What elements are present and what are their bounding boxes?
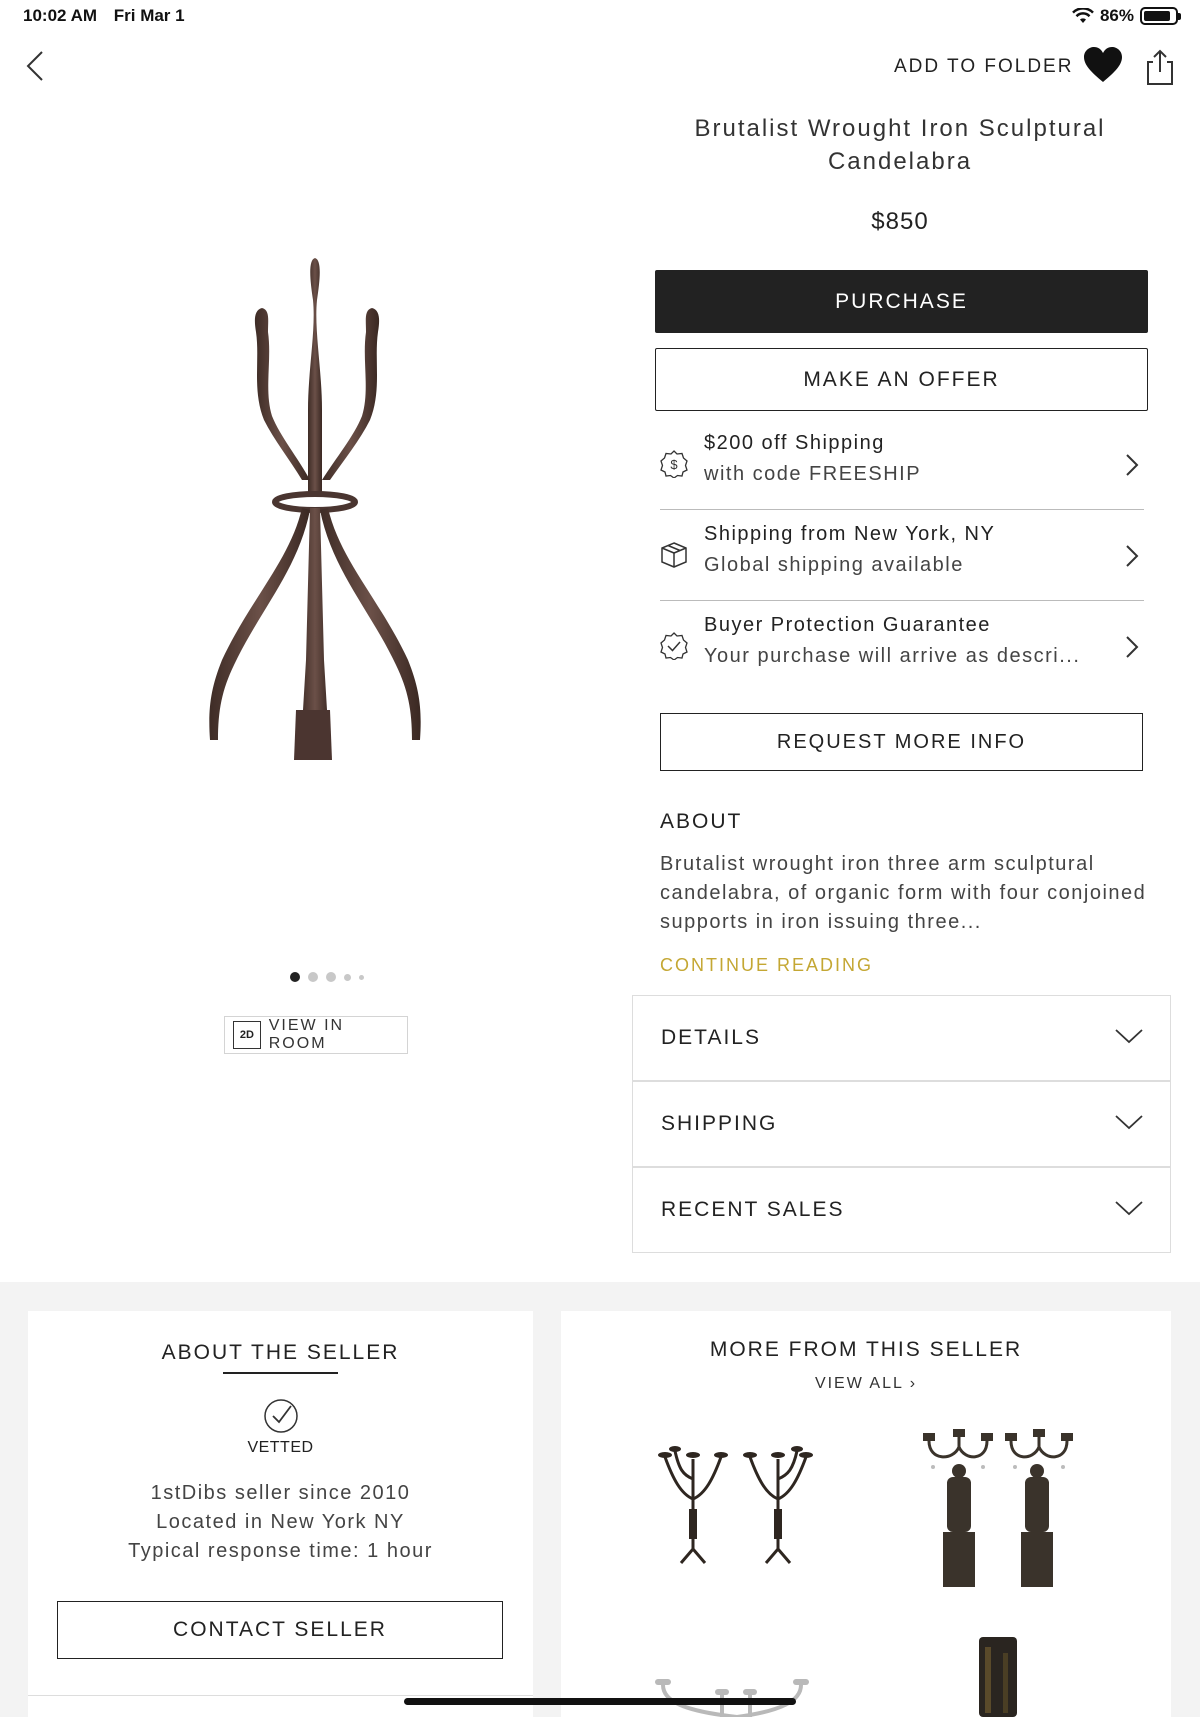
chevron-right-icon [1126, 454, 1139, 476]
continue-reading-link[interactable]: CONTINUE READING [660, 955, 873, 976]
about-seller-card: ABOUT THE SELLER VETTED 1stDibs seller s… [28, 1311, 533, 1717]
box-icon [661, 542, 687, 568]
seller-item-thumbnail[interactable] [913, 1427, 1083, 1592]
accordion-label: RECENT SALES [661, 1198, 845, 1221]
add-to-folder-button[interactable]: ADD TO FOLDER [894, 56, 1073, 78]
svg-text:$: $ [670, 457, 678, 472]
info-row-title: $200 off Shipping [704, 432, 885, 454]
accordion-details[interactable]: DETAILS [632, 995, 1171, 1081]
share-button[interactable] [1144, 48, 1176, 86]
chevron-down-icon [1115, 1115, 1143, 1130]
request-more-info-button[interactable]: REQUEST MORE INFO [660, 713, 1143, 771]
vetted-label: VETTED [247, 1439, 314, 1456]
heading-underline [223, 1372, 338, 1374]
vetted-check-icon [264, 1399, 298, 1433]
product-price: $850 [871, 208, 929, 235]
check-badge-icon [660, 632, 688, 660]
info-row-subtitle: Your purchase will arrive as descri... [704, 645, 1081, 667]
figural-candelabra-pair-image [923, 1429, 1073, 1587]
about-description: Brutalist wrought iron three arm sculptu… [660, 853, 1147, 933]
status-bar: 10:02 AM Fri Mar 1 86% [0, 0, 1200, 34]
pagination-dot[interactable] [290, 972, 300, 982]
chevron-right-icon [1126, 545, 1139, 567]
info-row-subtitle: with code FREESHIP [704, 463, 922, 485]
view-in-room-label: VIEW IN ROOM [268, 1017, 345, 1052]
more-from-seller-card: MORE FROM THIS SELLER VIEW ALL › [561, 1311, 1171, 1717]
product-image[interactable] [190, 240, 440, 810]
pagination-dot[interactable] [359, 974, 364, 980]
silver-candelabra-image [655, 1679, 809, 1717]
battery-percent: 86% [1099, 6, 1134, 25]
about-heading: ABOUT [660, 810, 743, 833]
share-icon [1147, 49, 1173, 85]
chevron-right-icon: › [909, 1375, 918, 1392]
heart-icon [1084, 47, 1122, 82]
back-chevron-icon [26, 51, 43, 81]
battery-level [1144, 11, 1170, 21]
wifi-icon [1072, 8, 1094, 23]
about-seller-heading: ABOUT THE SELLER [161, 1341, 400, 1364]
chevron-right-icon [1126, 636, 1139, 658]
info-row-subtitle: Global shipping available [704, 554, 964, 576]
accordion-label: SHIPPING [661, 1112, 778, 1135]
dark-sculpture-image [979, 1637, 1017, 1717]
view-all-link[interactable]: VIEW ALL › [561, 1375, 1171, 1393]
chevron-down-icon [1115, 1029, 1143, 1044]
accordion-shipping[interactable]: SHIPPING [632, 1081, 1171, 1167]
home-indicator[interactable] [404, 1698, 796, 1705]
purchase-button[interactable]: PURCHASE [655, 270, 1148, 333]
info-row-title: Buyer Protection Guarantee [704, 614, 991, 636]
iron-candelabra-pair-image [658, 1446, 813, 1564]
seller-response-time: Typical response time: 1 hour [128, 1540, 433, 1562]
pagination-dot[interactable] [344, 973, 351, 981]
chevron-down-icon [1115, 1201, 1143, 1216]
accordion-label: DETAILS [661, 1026, 761, 1049]
dollar-badge-icon: $ [660, 450, 688, 478]
status-date: Fri Mar 1 [113, 6, 185, 25]
seller-item-thumbnail[interactable] [973, 1633, 1023, 1717]
battery-icon [1140, 7, 1181, 25]
view-all-label: VIEW ALL [814, 1375, 904, 1392]
image-pagination[interactable] [290, 972, 364, 982]
view-in-room-2d-icon: 2D [233, 1021, 261, 1049]
status-time: 10:02 AM [23, 6, 98, 25]
buyer-protection-row[interactable]: Buyer Protection Guarantee Your purchase… [660, 602, 1144, 692]
make-offer-button[interactable]: MAKE AN OFFER [655, 348, 1148, 411]
seller-since: 1stDibs seller since 2010 [150, 1482, 411, 1504]
divider [28, 1695, 533, 1696]
info-row-title: Shipping from New York, NY [704, 523, 996, 545]
seller-location: Located in New York NY [156, 1511, 405, 1533]
seller-item-thumbnail[interactable] [653, 1671, 821, 1717]
pagination-dot[interactable] [326, 972, 336, 982]
more-from-seller-heading: MORE FROM THIS SELLER [709, 1338, 1023, 1361]
favorite-button[interactable] [1083, 46, 1123, 84]
shipping-discount-row[interactable]: $ $200 off Shipping with code FREESHIP [660, 420, 1144, 510]
back-button[interactable] [22, 48, 52, 84]
view-in-room-button[interactable]: 2D VIEW IN ROOM [224, 1016, 408, 1054]
seller-item-thumbnail[interactable] [653, 1439, 821, 1569]
shipping-origin-row[interactable]: Shipping from New York, NY Global shippi… [660, 511, 1144, 601]
pagination-dot[interactable] [308, 972, 318, 982]
product-title: Brutalist Wrought Iron Sculptural Candel… [694, 115, 1106, 175]
contact-seller-button[interactable]: CONTACT SELLER [57, 1601, 503, 1659]
candelabra-image [209, 258, 421, 760]
accordion-recent-sales[interactable]: RECENT SALES [632, 1167, 1171, 1253]
